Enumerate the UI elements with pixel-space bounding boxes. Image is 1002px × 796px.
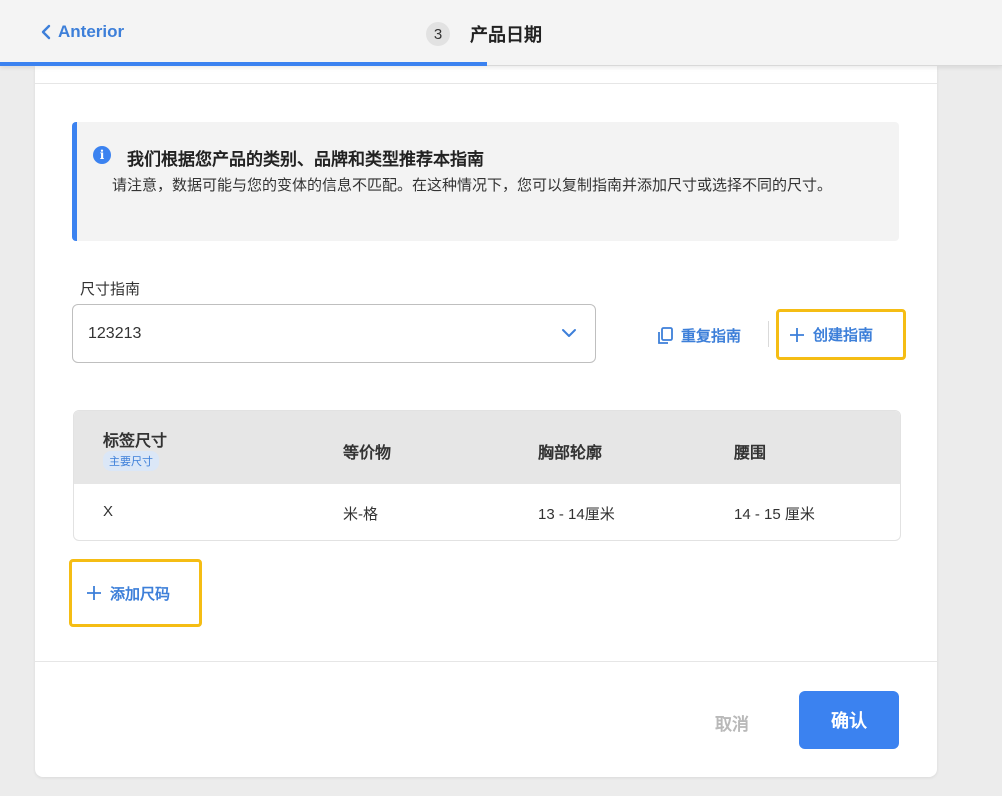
cancel-button[interactable]: 取消 — [715, 710, 749, 735]
plus-icon — [87, 586, 101, 600]
chevron-left-icon — [41, 24, 51, 40]
column-header-chest: 胸部轮廓 — [538, 445, 603, 462]
back-link[interactable]: Anterior — [40, 22, 124, 42]
confirm-button[interactable]: 确认 — [799, 691, 899, 749]
column-header-equivalent: 等价物 — [343, 445, 392, 462]
size-guide-select[interactable]: 123213 — [72, 304, 596, 363]
table-cell: X — [103, 503, 114, 520]
button-divider — [768, 321, 769, 347]
column-header-waist: 腰围 — [734, 445, 767, 462]
info-body: 请注意，数据可能与您的变体的信息不匹配。在这种情况下，您可以复制指南并添加尺寸或… — [112, 177, 833, 194]
size-guide-label: 尺寸指南 — [80, 281, 141, 298]
table-cell: 13 - 14厘米 — [538, 506, 615, 523]
duplicate-guide-label: 重复指南 — [681, 328, 742, 345]
step-indicator: 3 产品日期 — [426, 21, 542, 47]
top-header: Anterior 3 产品日期 — [0, 0, 1002, 66]
add-size-label: 添加尺码 — [110, 585, 171, 603]
size-table: 标签尺寸 主要尺寸 等价物 胸部轮廓 腰围 X 米-格 13 - 14厘米 14… — [73, 410, 901, 541]
create-guide-label: 创建指南 — [813, 327, 874, 344]
add-size-button[interactable]: 添加尺码 — [69, 559, 202, 627]
footer-divider — [35, 661, 937, 662]
info-title: 我们根据您产品的类别、品牌和类型推荐本指南 — [127, 150, 484, 169]
size-guide-value: 123213 — [88, 324, 142, 342]
step-number: 3 — [426, 22, 450, 46]
back-label: Anterior — [58, 22, 125, 41]
info-icon: i — [93, 146, 111, 164]
progress-bar — [0, 62, 487, 66]
chevron-down-icon — [562, 329, 576, 337]
primary-size-badge: 主要尺寸 — [103, 451, 159, 471]
page-title: 产品日期 — [470, 25, 542, 45]
divider — [35, 83, 937, 84]
create-guide-button[interactable]: 创建指南 — [776, 309, 906, 360]
size-guide-card: i 我们根据您产品的类别、品牌和类型推荐本指南 请注意，数据可能与您的变体的信息… — [35, 66, 937, 777]
plus-icon — [790, 327, 804, 342]
table-header: 标签尺寸 主要尺寸 等价物 胸部轮廓 腰围 — [74, 411, 900, 484]
info-banner: i 我们根据您产品的类别、品牌和类型推荐本指南 请注意，数据可能与您的变体的信息… — [72, 122, 899, 241]
column-header-label-size: 标签尺寸 — [103, 433, 168, 450]
duplicate-guide-button[interactable]: 重复指南 — [657, 325, 741, 346]
table-cell: 米-格 — [343, 506, 378, 523]
table-cell: 14 - 15 厘米 — [734, 506, 815, 523]
copy-icon — [658, 326, 673, 344]
